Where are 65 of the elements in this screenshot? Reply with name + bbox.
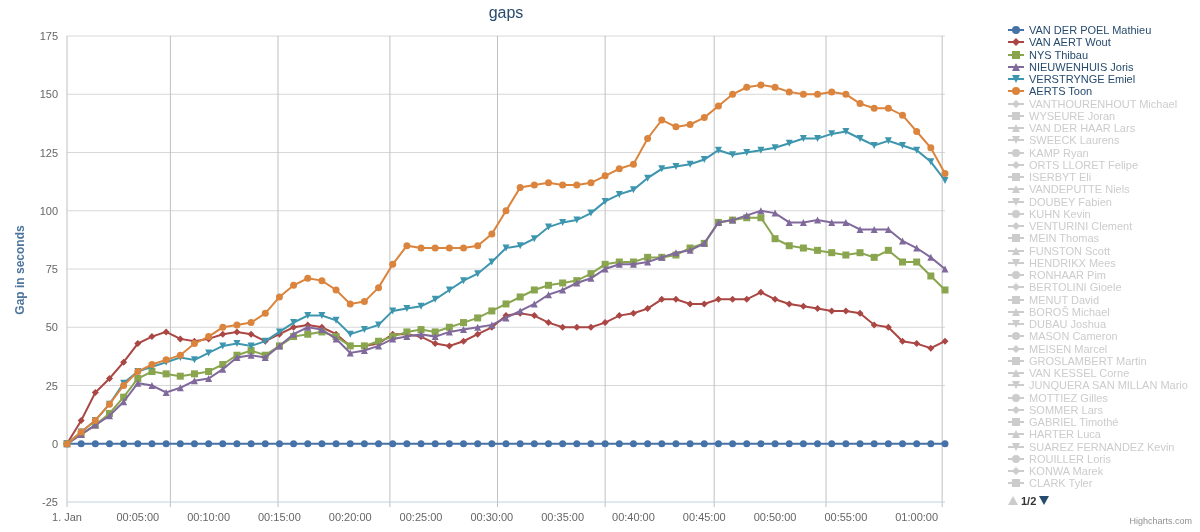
square-marker-icon: [1008, 172, 1024, 183]
square-marker-icon: [1008, 110, 1024, 121]
y-tick-label: 0: [51, 437, 58, 450]
diamond-marker-icon: [1008, 343, 1024, 354]
triangle-down-marker-icon: [1008, 319, 1024, 330]
circle-marker-icon: [1008, 392, 1024, 403]
diamond-marker-icon: [1008, 221, 1024, 232]
legend-item[interactable]: VAN AERT Wout: [1008, 36, 1200, 49]
x-tick-label: 00:05:00: [116, 511, 160, 523]
x-tick-label: 00:20:00: [328, 511, 372, 523]
triangle-down-marker-icon: [1008, 135, 1024, 146]
y-axis-title: Gap in seconds: [13, 225, 27, 315]
circle-marker-icon: [1008, 331, 1024, 342]
x-tick-label: 00:50:00: [753, 511, 797, 523]
y-tick-label: -25: [42, 496, 58, 508]
triangle-down-marker-icon: [1008, 196, 1024, 207]
square-marker-icon: [1008, 478, 1024, 489]
square-marker-icon: [1008, 233, 1024, 244]
square-marker-icon: [1008, 294, 1024, 305]
triangle-down-marker-icon: [1008, 441, 1024, 452]
circle-marker-icon: [1008, 453, 1024, 464]
triangle-marker-icon: [1008, 184, 1024, 195]
credits-link[interactable]: Highcharts.com: [1129, 514, 1192, 528]
diamond-marker-icon: [1008, 404, 1024, 415]
x-tick-label: 01:00:00: [895, 511, 939, 523]
legend-item[interactable]: VERSTRYNGE Emiel: [1008, 73, 1200, 86]
x-tick-label: 1. Jan: [52, 511, 82, 523]
diamond-marker-icon: [1008, 466, 1024, 477]
y-tick-label: 100: [39, 204, 58, 217]
diamond-marker-icon: [1008, 159, 1024, 170]
y-tick-label: 175: [39, 30, 58, 42]
square-marker-icon: [1008, 417, 1024, 428]
circle-marker-icon: [1008, 270, 1024, 281]
circle-marker-icon: [1008, 147, 1024, 158]
y-tick-label: 125: [39, 146, 58, 159]
x-tick-label: 00:25:00: [399, 511, 443, 523]
triangle-down-marker-icon: [1008, 257, 1024, 268]
x-tick-label: 00:10:00: [187, 511, 231, 523]
triangle-marker-icon: [1008, 306, 1024, 317]
triangle-marker-icon: [1008, 429, 1024, 440]
x-tick-label: 00:40:00: [612, 511, 655, 523]
legend-item[interactable]: VAN DER POEL Mathieu: [1008, 24, 1200, 37]
diamond-marker-icon: [1008, 282, 1024, 293]
circle-marker-icon: [1008, 208, 1024, 219]
triangle-marker-icon: [1008, 123, 1024, 134]
chart-title: gaps: [488, 4, 524, 21]
triangle-marker-icon: [1008, 245, 1024, 256]
x-tick-label: 00:15:00: [258, 511, 301, 523]
x-tick-label: 00:35:00: [541, 511, 585, 523]
page-down-icon[interactable]: [1039, 496, 1050, 506]
y-tick-label: 75: [45, 263, 58, 275]
x-tick-label: 00:55:00: [824, 511, 868, 523]
legend-item[interactable]: NIEUWENHUIS Joris: [1008, 60, 1200, 73]
diamond-marker-icon: [1008, 98, 1024, 109]
y-tick-label: 150: [39, 88, 58, 101]
legend-item[interactable]: NYS Thibau: [1008, 48, 1200, 61]
y-tick-label: 50: [45, 321, 58, 334]
square-marker-icon: [1008, 355, 1024, 366]
page-indicator: 1/2: [1021, 493, 1037, 509]
legend-item[interactable]: AERTS Toon: [1008, 85, 1200, 98]
y-tick-label: 25: [45, 379, 58, 392]
x-tick-label: 00:30:00: [470, 511, 514, 523]
x-tick-label: 00:45:00: [682, 511, 726, 523]
triangle-down-marker-icon: [1008, 380, 1024, 391]
triangle-marker-icon: [1008, 368, 1024, 379]
